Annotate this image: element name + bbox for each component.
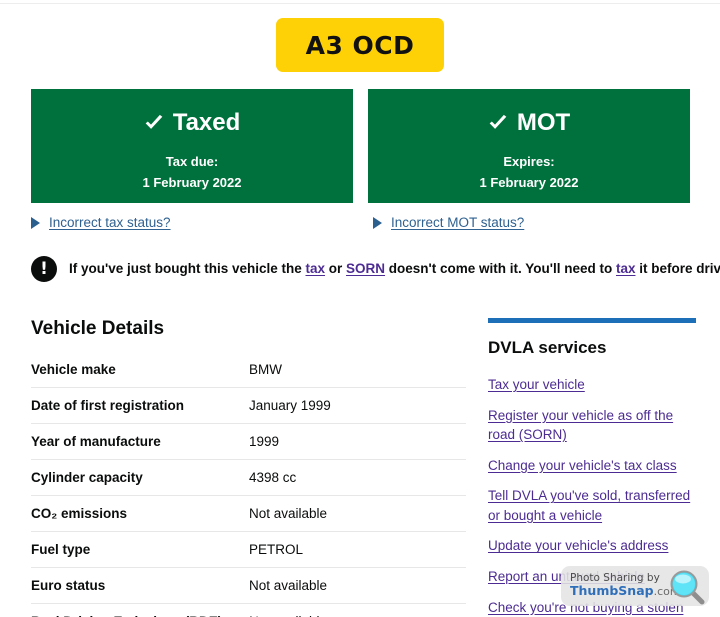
row-value: 4398 cc <box>249 459 466 496</box>
watermark-brand: ThumbSnap <box>570 583 654 599</box>
list-item: Tell DVLA you've sold, transferred or bo… <box>488 486 696 525</box>
table-row: Fuel type PETROL <box>31 531 466 568</box>
status-correction-links: Incorrect tax status? Incorrect MOT stat… <box>31 215 690 230</box>
notice-part-2: or <box>325 261 347 277</box>
tax-due-date: 1 February 2022 <box>142 175 242 191</box>
row-value: Not available <box>249 603 466 617</box>
check-icon <box>488 113 508 133</box>
dvla-service-link-sold-transferred-bought[interactable]: Tell DVLA you've sold, transferred or bo… <box>488 488 690 523</box>
table-row: CO₂ emissions Not available <box>31 495 466 532</box>
vehicle-details-column: Vehicle Details Vehicle make BMW Date of… <box>31 318 466 617</box>
tax-due-label: Tax due: <box>165 154 219 169</box>
table-row: Cylinder capacity 4398 cc <box>31 459 466 496</box>
mot-status-sub: Expires: 1 February 2022 <box>479 151 578 194</box>
notice-part-4: it before driving it. <box>639 261 720 277</box>
table-row: Year of manufacture 1999 <box>31 423 466 460</box>
row-label: Cylinder capacity <box>31 459 249 496</box>
notice-part-1: If you've just bought this vehicle the <box>69 261 306 277</box>
tax-status-panel: Taxed Tax due: 1 February 2022 <box>31 89 353 203</box>
row-label: Fuel type <box>31 531 249 568</box>
triangle-right-icon <box>373 216 382 229</box>
row-label: Real Driving Emissions (RDE) <box>31 603 249 617</box>
incorrect-mot-status-link[interactable]: Incorrect MOT status? <box>391 215 524 230</box>
watermark-brand-line: ThumbSnap.com <box>570 584 681 598</box>
row-value: 1999 <box>249 423 466 460</box>
table-row: Date of first registration January 1999 <box>31 387 466 424</box>
notice-tax-link-2[interactable]: tax <box>616 261 636 276</box>
vehicle-details-title: Vehicle Details <box>31 318 165 339</box>
table-row: Euro status Not available <box>31 567 466 604</box>
dvla-service-link-change-tax-class[interactable]: Change your vehicle's tax class <box>488 458 677 473</box>
tax-status-label: Taxed <box>172 109 241 136</box>
row-value: January 1999 <box>249 387 466 424</box>
dvla-service-link-tax-your-vehicle[interactable]: Tax your vehicle <box>488 377 585 392</box>
incorrect-tax-status-disclosure[interactable]: Incorrect tax status? <box>31 215 373 230</box>
top-divider <box>0 3 720 4</box>
mot-expires-label: Expires: <box>503 154 555 169</box>
thumbsnap-watermark: Photo Sharing by ThumbSnap.com <box>561 566 709 606</box>
row-value: Not available <box>249 495 466 532</box>
mot-status-label: MOT <box>516 109 571 136</box>
row-value: BMW <box>249 358 466 388</box>
triangle-right-icon <box>31 216 40 229</box>
incorrect-tax-status-link[interactable]: Incorrect tax status? <box>49 215 171 230</box>
dvla-service-link-sorn[interactable]: Register your vehicle as off the road (S… <box>488 408 673 443</box>
incorrect-mot-status-disclosure[interactable]: Incorrect MOT status? <box>373 215 524 230</box>
dvla-services-accent-bar <box>488 318 696 323</box>
watermark-text: Photo Sharing by ThumbSnap.com <box>570 573 681 598</box>
exclamation-icon: ! <box>31 256 57 282</box>
row-label: CO₂ emissions <box>31 495 249 532</box>
purchase-warning-text: If you've just bought this vehicle the t… <box>69 260 720 278</box>
list-item: Change your vehicle's tax class <box>488 456 696 476</box>
list-item: Register your vehicle as off the road (S… <box>488 406 696 445</box>
row-label: Vehicle make <box>31 358 249 388</box>
magnifier-icon <box>669 569 705 605</box>
list-item: Update your vehicle's address <box>488 536 696 556</box>
row-label: Date of first registration <box>31 387 249 424</box>
mot-status-panel: MOT Expires: 1 February 2022 <box>368 89 690 203</box>
check-icon <box>144 113 164 133</box>
dvla-service-link-update-address[interactable]: Update your vehicle's address <box>488 538 668 553</box>
tax-status-title: Taxed <box>144 109 241 136</box>
number-plate: A3 OCD <box>276 18 444 72</box>
list-item: Tax your vehicle <box>488 375 696 395</box>
table-row: Real Driving Emissions (RDE) Not availab… <box>31 603 466 617</box>
number-plate-container: A3 OCD <box>0 18 720 72</box>
row-label: Euro status <box>31 567 249 604</box>
purchase-warning-notice: ! If you've just bought this vehicle the… <box>31 256 720 282</box>
notice-part-3: doesn't come with it. You'll need to <box>385 261 616 277</box>
status-panels: Taxed Tax due: 1 February 2022 MOT Expir… <box>31 89 690 203</box>
tax-status-sub: Tax due: 1 February 2022 <box>142 151 241 194</box>
vehicle-enquiry-page: A3 OCD Taxed Tax due: 1 February 2022 MO… <box>0 0 720 617</box>
mot-expires-date: 1 February 2022 <box>479 175 579 191</box>
vehicle-details-table: Vehicle make BMW Date of first registrat… <box>31 358 466 617</box>
row-label: Year of manufacture <box>31 423 249 460</box>
notice-sorn-link[interactable]: SORN <box>346 261 385 276</box>
dvla-services-title: DVLA services <box>488 338 607 357</box>
row-value: PETROL <box>249 531 466 568</box>
table-row: Vehicle make BMW <box>31 358 466 388</box>
notice-tax-link-1[interactable]: tax <box>306 261 326 276</box>
mot-status-title: MOT <box>488 111 570 135</box>
row-value: Not available <box>249 567 466 604</box>
